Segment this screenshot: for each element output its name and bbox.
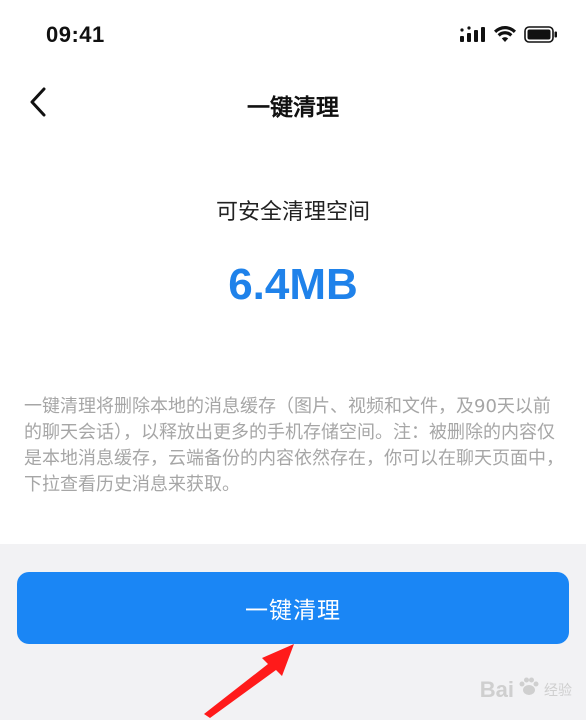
status-icons	[460, 25, 558, 47]
page-title: 一键清理	[247, 95, 339, 121]
paw-icon	[518, 676, 540, 704]
nav-bar: 一键清理	[0, 72, 586, 136]
main-content: 可安全清理空间 6.4MB 一键清理将删除本地的消息缓存（图片、视频和文件，及9…	[0, 136, 586, 544]
safe-clean-label: 可安全清理空间	[215, 200, 370, 225]
status-time: 09:41	[46, 22, 105, 47]
battery-icon	[524, 25, 558, 47]
screen: 09:41 一键清理 可安全清理空间 6.4MB 一键清理将删除本地的消息缓存（…	[0, 0, 586, 720]
watermark-brand: Bai	[479, 677, 514, 702]
annotation-arrow-icon	[204, 644, 294, 718]
clean-description: 一键清理将删除本地的消息缓存（图片、视频和文件，及90天以前的聊天会话），以释放…	[24, 396, 564, 495]
status-bar: 09:41	[0, 0, 586, 72]
signal-icon	[460, 26, 486, 46]
wifi-icon	[494, 25, 516, 47]
watermark-suffix: 经验	[544, 682, 572, 698]
clean-size-value: 6.4MB	[228, 260, 358, 309]
baidu-watermark: Bai 经验	[480, 676, 572, 704]
